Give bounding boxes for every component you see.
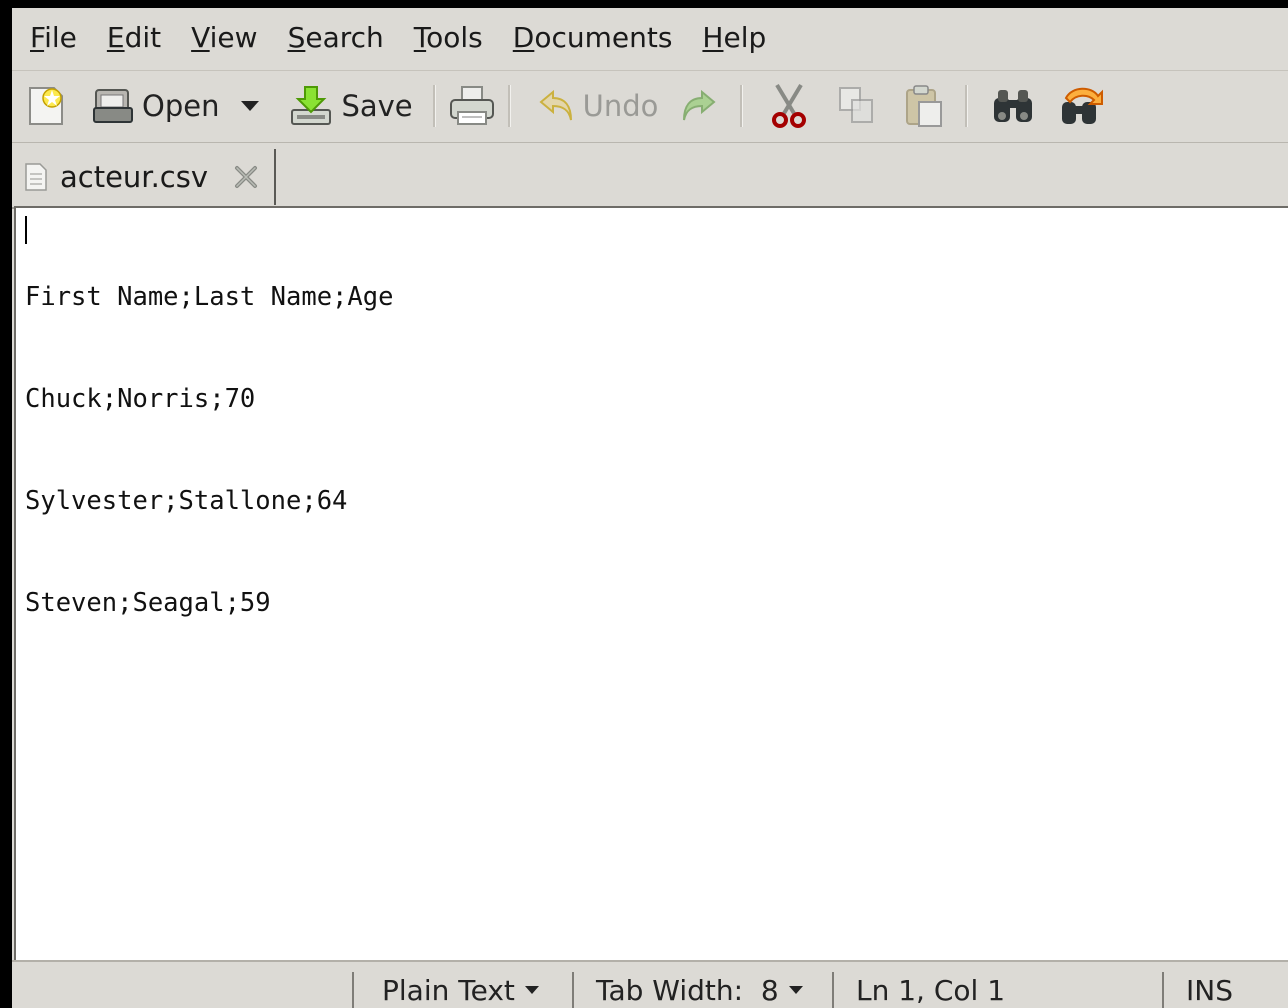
undo-label: Undo — [582, 89, 659, 123]
menu-documents[interactable]: Documents — [513, 24, 673, 52]
insert-mode: INS — [1162, 972, 1288, 1008]
menubar: File Edit View Search Tools Documents He… — [12, 8, 1288, 68]
redo-button[interactable] — [680, 78, 718, 134]
printer-icon — [449, 86, 494, 125]
menu-edit[interactable]: Edit — [107, 24, 161, 52]
toolbar: Open Save Undo — [12, 70, 1288, 141]
text-file-icon — [25, 163, 47, 191]
binoculars-icon — [994, 90, 1033, 122]
copy-button[interactable] — [837, 78, 877, 134]
menu-view[interactable]: View — [191, 24, 257, 52]
paste-button[interactable] — [903, 78, 945, 134]
editor-line: First Name;Last Name;Age — [25, 282, 394, 312]
undo-icon — [539, 89, 572, 121]
find-replace-button[interactable] — [1058, 78, 1106, 134]
editor-window: File Edit View Search Tools Documents He… — [12, 8, 1288, 1008]
screen-edge — [0, 8, 12, 46]
editor-line: Sylvester;Stallone;64 — [25, 486, 348, 516]
toolbar-separator — [432, 85, 436, 127]
editor-line: Steven;Seagal;59 — [25, 588, 271, 618]
new-document-icon — [29, 87, 63, 125]
new-button[interactable] — [26, 78, 66, 134]
cut-button[interactable] — [769, 78, 809, 134]
close-icon[interactable] — [232, 163, 260, 191]
cursor-position-label: Ln 1, Col 1 — [856, 973, 1006, 1007]
undo-button[interactable]: Undo — [539, 78, 659, 134]
save-label: Save — [341, 89, 413, 123]
chevron-down-icon — [241, 101, 260, 111]
document-tabbar: acteur.csv — [12, 142, 1288, 209]
tab-width-label: Tab Width: 8 — [596, 973, 779, 1007]
editor-line: Chuck;Norris;70 — [25, 384, 256, 414]
tab-width-selector[interactable]: Tab Width: 8 — [572, 972, 826, 1008]
menu-file[interactable]: File — [30, 24, 77, 52]
statusbar: Plain Text Tab Width: 8 Ln 1, Col 1 INS — [12, 960, 1288, 1008]
open-folder-icon — [93, 89, 133, 123]
tab-acteur-csv[interactable]: acteur.csv — [16, 149, 276, 205]
chevron-down-icon — [524, 986, 539, 994]
language-label: Plain Text — [382, 973, 515, 1007]
toolbar-separator — [507, 85, 511, 127]
save-button[interactable]: Save — [289, 78, 413, 134]
paste-icon — [906, 85, 943, 127]
text-editor[interactable]: First Name;Last Name;Age Chuck;Norris;70… — [14, 206, 1288, 962]
find-button[interactable] — [990, 78, 1036, 134]
toolbar-separator — [965, 85, 969, 127]
save-icon — [291, 86, 332, 125]
menu-help[interactable]: Help — [702, 24, 766, 52]
open-button[interactable]: Open — [92, 78, 219, 134]
copy-icon — [839, 87, 874, 123]
insert-mode-label: INS — [1186, 973, 1233, 1007]
open-recent-dropdown[interactable] — [241, 78, 260, 134]
language-selector[interactable]: Plain Text — [352, 972, 564, 1008]
tab-label: acteur.csv — [60, 160, 209, 194]
find-replace-icon — [1062, 87, 1104, 124]
scissors-icon — [772, 83, 807, 128]
open-label: Open — [142, 89, 220, 123]
cursor-position: Ln 1, Col 1 — [832, 972, 1164, 1008]
toolbar-separator — [740, 85, 744, 127]
menu-tools[interactable]: Tools — [414, 24, 483, 52]
redo-icon — [683, 89, 716, 121]
print-button[interactable] — [448, 78, 496, 134]
editor-content[interactable]: First Name;Last Name;Age Chuck;Norris;70… — [25, 212, 393, 688]
chevron-down-icon — [788, 986, 803, 994]
menu-search[interactable]: Search — [288, 24, 384, 52]
